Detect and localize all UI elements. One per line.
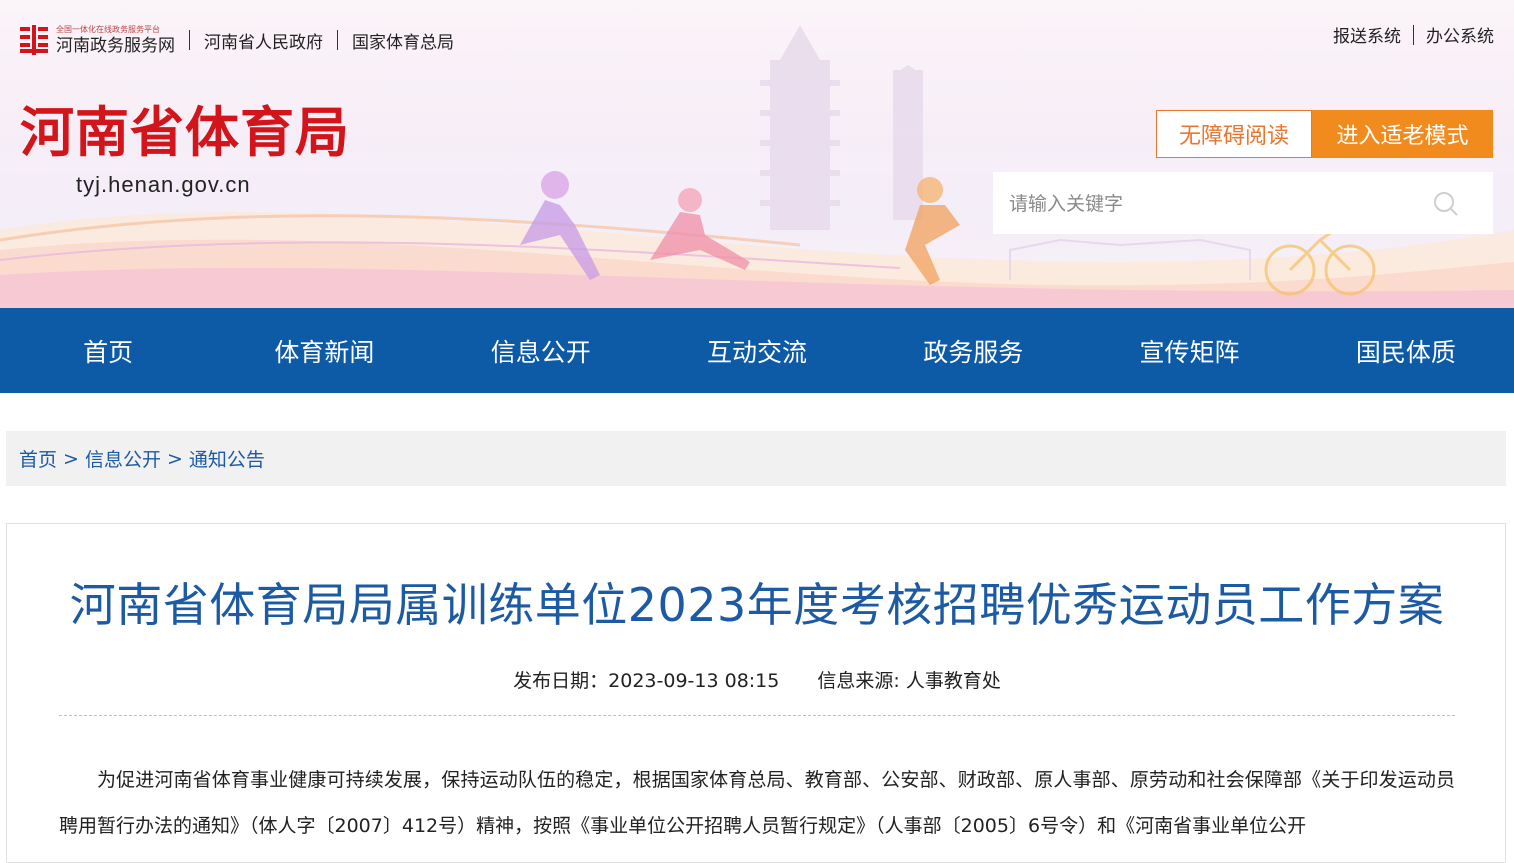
breadcrumb: 首页 > 信息公开 > 通知公告 [6,431,1506,486]
breadcrumb-separator: > [166,447,183,470]
gov-logo-subtitle: 全国一体化在线政务服务平台 [56,24,160,34]
nav-item-home[interactable]: 首页 [0,308,216,393]
link-office-system[interactable]: 办公系统 [1426,22,1494,47]
link-report-system[interactable]: 报送系统 [1333,22,1401,47]
link-sport-general-admin[interactable]: 国家体育总局 [352,28,454,53]
info-source: 信息来源: 人事教育处 [817,670,1001,692]
nav-item-sports-news[interactable]: 体育新闻 [216,308,432,393]
search-box [993,172,1493,234]
elder-mode-button[interactable]: 进入适老模式 [1312,110,1493,158]
nav-item-gov-services[interactable]: 政务服务 [865,308,1081,393]
article-meta: 发布日期：2023-09-13 08:15 信息来源: 人事教育处 [7,666,1507,693]
breadcrumb-separator: > [63,447,79,470]
article-divider [59,715,1455,716]
divider [189,30,190,50]
search-icon[interactable] [1433,191,1459,217]
article-paragraph: 为促进河南省体育事业健康可持续发展，保持运动队伍的稳定，根据国家体育总局、教育部… [59,769,1455,837]
search-input[interactable] [1007,186,1411,222]
nav-item-interaction[interactable]: 互动交流 [649,308,865,393]
link-henan-gov[interactable]: 河南省人民政府 [204,28,323,53]
publish-date: 发布日期：2023-09-13 08:15 [513,670,780,692]
nav-item-info-disclosure[interactable]: 信息公开 [433,308,649,393]
nav-item-media-matrix[interactable]: 宣传矩阵 [1081,308,1297,393]
site-title[interactable]: 河南省体育局 [20,106,350,160]
divider [1413,24,1414,45]
site-header: 全国一体化在线政务服务平台 河南政务服务网 河南省人民政府 国家体育总局 报送系… [0,0,1514,308]
top-links-bar: 全国一体化在线政务服务平台 河南政务服务网 河南省人民政府 国家体育总局 [18,22,454,58]
main-nav: 首页 体育新闻 信息公开 互动交流 政务服务 宣传矩阵 国民体质 [0,308,1514,393]
site-url: tyj.henan.gov.cn [76,172,251,197]
nav-item-national-fitness[interactable]: 国民体质 [1298,308,1514,393]
breadcrumb-notices[interactable]: 通知公告 [189,445,265,472]
gov-service-logo[interactable]: 全国一体化在线政务服务平台 河南政务服务网 [18,23,175,57]
article-container: 河南省体育局局属训练单位2023年度考核招聘优秀运动员工作方案 发布日期：202… [6,523,1506,863]
top-right-links: 报送系统 办公系统 [1333,22,1494,47]
article-title: 河南省体育局局属训练单位2023年度考核招聘优秀运动员工作方案 [69,578,1445,632]
breadcrumb-home[interactable]: 首页 [19,445,57,472]
accessibility-button[interactable]: 无障碍阅读 [1156,110,1312,158]
gov-logo-name: 河南政务服务网 [56,35,175,56]
gov-service-logo-icon [20,25,48,55]
divider [337,30,338,50]
breadcrumb-info-disclosure[interactable]: 信息公开 [85,445,161,472]
